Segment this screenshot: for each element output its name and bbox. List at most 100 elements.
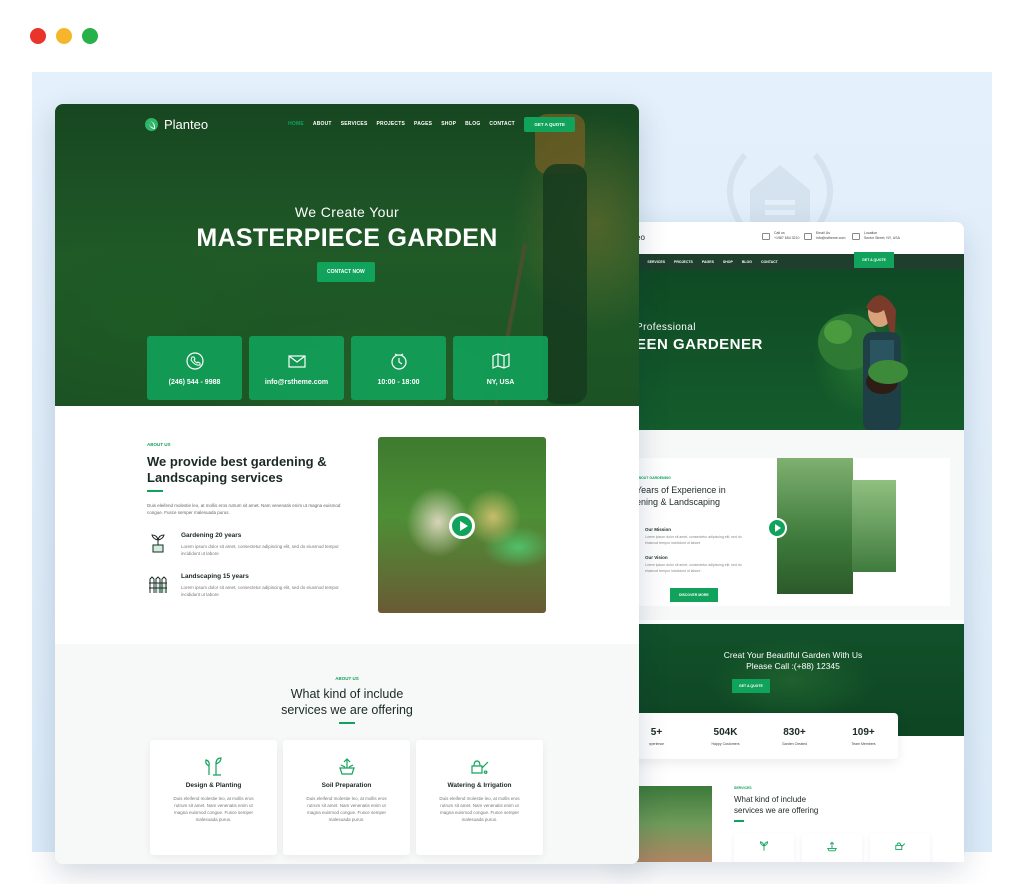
- service-card[interactable]: [802, 834, 862, 862]
- close-dot[interactable]: [30, 28, 46, 44]
- about-image-gardener: [777, 458, 853, 594]
- mission-text: Lorem ipsum dolor sit amet, consectetur …: [645, 535, 742, 545]
- vision-title: Our Vision: [645, 555, 668, 560]
- services-divider: [339, 722, 355, 724]
- nav-blog[interactable]: BLOG: [465, 121, 480, 127]
- nav-projects[interactable]: PROJECTS: [376, 121, 405, 127]
- secondary-hero-subtitle: Professional: [636, 322, 696, 333]
- maximize-dot[interactable]: [82, 28, 98, 44]
- topbar-location: Location Sector Street, NY, USA: [852, 231, 900, 241]
- fence-icon: [149, 576, 167, 593]
- service-card[interactable]: [870, 834, 930, 862]
- leaf-icon: [145, 117, 158, 131]
- nav-item[interactable]: BLOG: [742, 260, 752, 264]
- feature-title: Gardening 20 years: [181, 532, 242, 539]
- hero-subtitle: We Create Your: [294, 204, 400, 220]
- planting-icon: [759, 841, 769, 851]
- discover-more-button[interactable]: DISCOVER MORE: [670, 588, 718, 602]
- services-title: What kind of include services we are off…: [281, 687, 413, 717]
- feature-gardening: Gardening 20 years Lorem ipsum dolor sit…: [147, 532, 347, 557]
- service-card-design[interactable]: Design & Planting Duis eleifend molestie…: [150, 740, 277, 855]
- service-card-soil[interactable]: Soil Preparation Duis eleifend molestie …: [283, 740, 410, 855]
- info-card-email[interactable]: info@rstheme.com: [249, 336, 344, 400]
- plant-icon: [151, 534, 165, 553]
- nav-about[interactable]: ABOUT: [313, 121, 332, 127]
- service-cards: Design & Planting Duis eleifend molestie…: [150, 740, 543, 855]
- stat-item: 830+ Garden Created: [781, 726, 808, 746]
- stat-item: 504K Happy Customers: [711, 726, 740, 746]
- info-card-phone[interactable]: (246) 544 - 9988: [147, 336, 242, 400]
- feature-text: Lorem ipsum dolor sit amet, consectetur …: [181, 544, 339, 556]
- secondary-quote-button[interactable]: GET A QUOTE: [854, 252, 894, 268]
- service-card[interactable]: [734, 834, 794, 862]
- minimize-dot[interactable]: [56, 28, 72, 44]
- nav-item[interactable]: PROJECTS: [674, 260, 693, 264]
- nav-pages[interactable]: PAGES: [414, 121, 432, 127]
- cta-quote-button[interactable]: GET A QUOTE: [732, 679, 770, 693]
- secondary-site-preview: eo Call us +1987 654 3210 Email Us info@rs…: [622, 222, 964, 862]
- services-divider: [734, 820, 744, 822]
- about-image-worker: [852, 480, 896, 572]
- topbar-email: Email Us info@rstheme.com: [804, 231, 845, 241]
- watering-icon: [470, 760, 488, 775]
- vision-text: Lorem ipsum dolor sit amet, consectetur …: [645, 563, 742, 573]
- nav-contact[interactable]: CONTACT: [489, 121, 514, 127]
- map-icon: [491, 352, 510, 369]
- services-title: What kind of include services we are off…: [734, 795, 819, 815]
- stat-item: 109+ Team Members: [851, 726, 876, 746]
- service-card-watering[interactable]: Watering & Irrigation Duis eleifend mole…: [416, 740, 543, 855]
- get-a-quote-button[interactable]: GET A QUOTE: [524, 116, 575, 132]
- nav-home[interactable]: HOME: [288, 121, 304, 127]
- secondary-nav: OUT SERVICES PROJECTS PAGES SHOP BLOG CO…: [622, 254, 964, 270]
- about-tag: ABOUT US: [147, 442, 171, 447]
- secondary-hero: Professional EEN GARDENER: [622, 270, 964, 430]
- main-hero: Planteo HOME ABOUT SERVICES PROJECTS PAG…: [55, 104, 639, 406]
- secondary-hero-title: EEN GARDENER: [636, 336, 763, 353]
- secondary-topbar: eo Call us +1987 654 3210 Email Us info@rs…: [622, 222, 964, 254]
- services-section: ABOUT US What kind of include services w…: [55, 644, 639, 864]
- topbar-call: Call us +1987 654 3210: [762, 231, 799, 241]
- nav-item[interactable]: SHOP: [723, 260, 733, 264]
- nav-services[interactable]: SERVICES: [341, 121, 368, 127]
- about-video-thumbnail[interactable]: [378, 437, 546, 613]
- info-cards: (246) 544 - 9988 info@rstheme.com 10:00 …: [147, 336, 548, 400]
- nav-item[interactable]: SERVICES: [647, 260, 665, 264]
- soil-icon: [827, 841, 837, 852]
- location-icon: [852, 232, 860, 240]
- phone-icon: [762, 232, 770, 240]
- nav-item[interactable]: PAGES: [702, 260, 714, 264]
- main-site-preview: Planteo HOME ABOUT SERVICES PROJECTS PAG…: [55, 104, 639, 864]
- soil-icon: [338, 758, 355, 775]
- about-title: Years of Experience in ening & Landscapi…: [636, 485, 726, 507]
- about-divider: [147, 490, 163, 492]
- planting-icon: [204, 757, 222, 776]
- mission-title: Our Mission: [645, 527, 672, 532]
- planteo-logo[interactable]: Planteo: [145, 117, 208, 132]
- browser-window: eo Call us +1987 654 3210 Email Us info@rs…: [0, 0, 1024, 884]
- about-tag: ABOUT GARDENING: [636, 476, 671, 480]
- nav-item[interactable]: CONTACT: [761, 260, 778, 264]
- watering-icon: [895, 842, 906, 851]
- cta-title: Creat Your Beautiful Garden With Us Plea…: [723, 650, 863, 671]
- play-icon[interactable]: [449, 513, 475, 539]
- main-navbar: Planteo HOME ABOUT SERVICES PROJECTS PAG…: [145, 114, 575, 134]
- info-card-hours[interactable]: 10:00 - 18:00: [351, 336, 446, 400]
- window-controls: [30, 28, 98, 44]
- mail-icon: [287, 354, 306, 368]
- phone-icon: [185, 351, 204, 370]
- about-text: Duis eleifend molestie leo, at mollis er…: [147, 503, 341, 515]
- play-icon[interactable]: [767, 518, 787, 538]
- stats-bar: 5+ xperience 504K Happy Customers 830+ Gard…: [622, 713, 898, 759]
- feature-text: Lorem ipsum dolor sit amet, consectetur …: [181, 585, 339, 597]
- gardener-illustration: [818, 295, 908, 430]
- feature-landscaping: Landscaping 15 years Lorem ipsum dolor s…: [147, 573, 347, 598]
- nav-shop[interactable]: SHOP: [441, 121, 456, 127]
- mail-icon: [804, 232, 812, 240]
- contact-now-button[interactable]: CONTACT NOW: [317, 262, 375, 282]
- clock-icon: [390, 352, 407, 370]
- services-tag: SERVICES: [734, 786, 752, 790]
- hero-title: MASTERPIECE GARDEN: [196, 224, 498, 252]
- main-menu: HOME ABOUT SERVICES PROJECTS PAGES SHOP …: [288, 121, 515, 127]
- info-card-location[interactable]: NY, USA: [453, 336, 548, 400]
- about-title: We provide best gardening & Landscaping …: [147, 454, 327, 485]
